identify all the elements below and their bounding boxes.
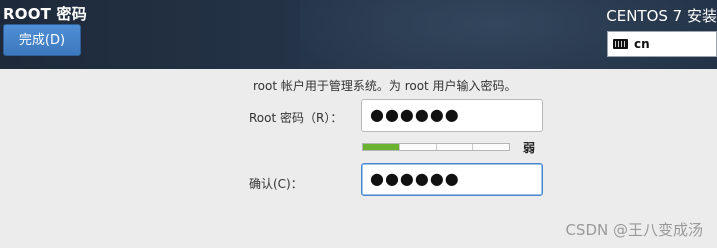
watermark: CSDN @王八变成汤 xyxy=(565,221,703,239)
keyboard-icon xyxy=(613,39,628,49)
page-title: ROOT 密码 xyxy=(3,5,87,23)
header-bar: ROOT 密码 完成(D) CENTOS 7 安装 cn xyxy=(0,0,717,69)
password-strength-bar xyxy=(362,143,510,151)
confirm-password-label: 确认(C)： xyxy=(249,177,303,191)
strength-segment xyxy=(436,144,474,150)
strength-segment xyxy=(363,144,400,150)
root-password-label: Root 密码（R）： xyxy=(249,111,343,125)
keyboard-layout-label: cn xyxy=(634,37,650,51)
description-text: root 帐户用于管理系统。为 root 用户输入密码。 xyxy=(253,79,517,93)
password-strength-label: 弱 xyxy=(523,141,536,155)
strength-segment xyxy=(473,144,509,150)
confirm-password-field[interactable]: ●●●●●● xyxy=(361,163,543,196)
root-password-field[interactable]: ●●●●●● xyxy=(361,99,543,132)
done-button[interactable]: 完成(D) xyxy=(3,24,81,56)
strength-segment xyxy=(399,144,437,150)
product-title: CENTOS 7 安装 xyxy=(606,7,717,25)
keyboard-layout-indicator[interactable]: cn xyxy=(607,31,717,57)
